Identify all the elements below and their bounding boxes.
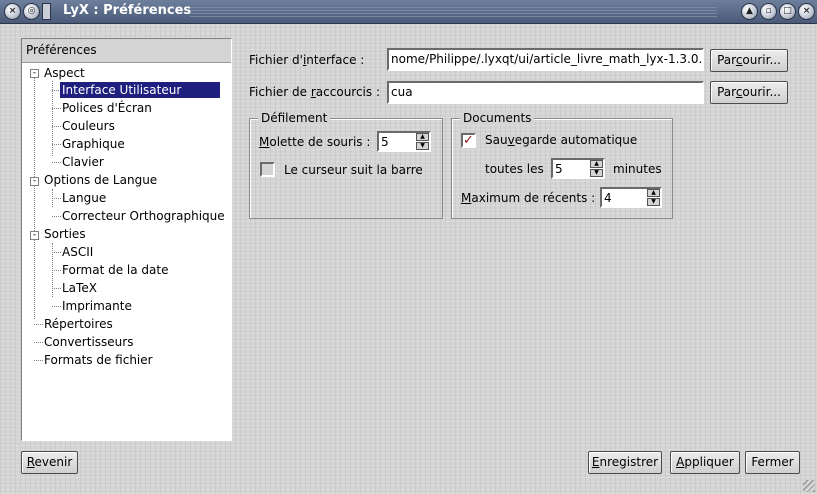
autosave-checkbox[interactable]: ✓ bbox=[461, 133, 476, 148]
spin-down-icon[interactable]: ▼ bbox=[416, 142, 429, 150]
tree-header: Préférences bbox=[22, 39, 231, 63]
tree-item-ascii[interactable]: ASCII bbox=[62, 244, 93, 260]
bind-file-input[interactable]: cua bbox=[387, 81, 704, 104]
scrolling-group-title: Défilement bbox=[258, 111, 331, 125]
tree-item-aspect[interactable]: Aspect bbox=[44, 65, 85, 81]
cursor-follows-checkbox[interactable] bbox=[260, 162, 275, 177]
minutes-label: minutes bbox=[613, 162, 662, 176]
window-title: LyX : Préférences bbox=[63, 3, 192, 18]
recent-value: 4 bbox=[604, 191, 612, 205]
spin-up-icon[interactable]: ▲ bbox=[590, 160, 603, 168]
save-button[interactable]: Enregistrer bbox=[588, 451, 662, 474]
expander-sorties-icon[interactable]: - bbox=[30, 231, 39, 240]
ui-file-label: Fichier d'interface : bbox=[249, 53, 365, 67]
wheel-label: Molette de souris : bbox=[259, 135, 371, 149]
tree-item-formats-fichier[interactable]: Formats de fichier bbox=[44, 352, 153, 368]
tree-item-imprimante[interactable]: Imprimante bbox=[62, 298, 132, 314]
preferences-tree[interactable]: Préférences - Aspect Interface Utilisate… bbox=[21, 38, 232, 441]
tree-item-interface-utilisateur[interactable]: Interface Utilisateur bbox=[60, 82, 220, 98]
maximize-icon[interactable]: □ bbox=[779, 3, 796, 20]
tree-item-couleurs[interactable]: Couleurs bbox=[62, 118, 115, 134]
autosave-interval-value: 5 bbox=[555, 162, 563, 176]
title-decoration bbox=[190, 7, 717, 17]
sticky-icon[interactable]: ◎ bbox=[23, 3, 40, 20]
close-window-icon[interactable]: × bbox=[798, 3, 815, 20]
tree-item-convertisseurs[interactable]: Convertisseurs bbox=[44, 334, 133, 350]
documents-group-title: Documents bbox=[460, 111, 535, 125]
tree-item-langue[interactable]: Langue bbox=[62, 190, 106, 206]
tree-item-polices-ecran[interactable]: Polices d'Écran bbox=[62, 100, 152, 116]
tree-item-correcteur[interactable]: Correcteur Orthographique bbox=[62, 208, 225, 224]
apply-button[interactable]: Appliquer bbox=[670, 451, 740, 474]
browse-ui-button[interactable]: Parcourir... bbox=[710, 49, 788, 72]
bind-file-label: Fichier de raccourcis : bbox=[249, 85, 381, 99]
tree-item-clavier[interactable]: Clavier bbox=[62, 154, 104, 170]
expander-aspect-icon[interactable]: - bbox=[30, 69, 39, 78]
shade-up-icon[interactable]: ▲ bbox=[741, 3, 758, 20]
resize-grip-icon[interactable] bbox=[803, 480, 815, 492]
close-button[interactable]: Fermer bbox=[745, 451, 800, 474]
tree-item-sorties[interactable]: Sorties bbox=[44, 226, 86, 242]
spin-up-icon[interactable]: ▲ bbox=[416, 133, 429, 141]
tree-item-graphique[interactable]: Graphique bbox=[62, 136, 125, 152]
shade-icon[interactable] bbox=[42, 3, 51, 20]
tree-item-options-langue[interactable]: Options de Langue bbox=[44, 172, 157, 188]
tree-item-latex[interactable]: LaTeX bbox=[62, 280, 97, 296]
autosave-interval-spinbox[interactable]: 5 ▲ ▼ bbox=[551, 158, 605, 179]
tree-line bbox=[34, 74, 35, 319]
minimize-icon[interactable]: ▫ bbox=[760, 3, 777, 20]
spin-down-icon[interactable]: ▼ bbox=[590, 169, 603, 177]
every-label: toutes les bbox=[485, 162, 544, 176]
tree-item-repertoires[interactable]: Répertoires bbox=[44, 316, 113, 332]
wheel-value: 5 bbox=[381, 135, 389, 149]
spin-up-icon[interactable]: ▲ bbox=[647, 189, 660, 197]
wheel-spinbox[interactable]: 5 ▲ ▼ bbox=[377, 131, 431, 152]
cursor-follows-label: Le curseur suit la barre bbox=[284, 163, 423, 177]
revert-button[interactable]: Revenir bbox=[21, 451, 78, 474]
recent-spinbox[interactable]: 4 ▲ ▼ bbox=[600, 187, 662, 208]
expander-langue-icon[interactable]: - bbox=[30, 177, 39, 186]
recent-label: Maximum de récents : bbox=[461, 191, 596, 205]
close-icon[interactable]: × bbox=[4, 3, 21, 20]
title-bar[interactable]: × ◎ LyX : Préférences ▲ ▫ □ × bbox=[0, 0, 817, 24]
ui-file-input[interactable]: nome/Philippe/.lyxqt/ui/article_livre_ma… bbox=[387, 48, 704, 71]
autosave-label: Sauvegarde automatique bbox=[485, 133, 638, 147]
spin-down-icon[interactable]: ▼ bbox=[647, 198, 660, 206]
tree-item-format-date[interactable]: Format de la date bbox=[62, 262, 168, 278]
browse-bind-button[interactable]: Parcourir... bbox=[710, 81, 788, 104]
